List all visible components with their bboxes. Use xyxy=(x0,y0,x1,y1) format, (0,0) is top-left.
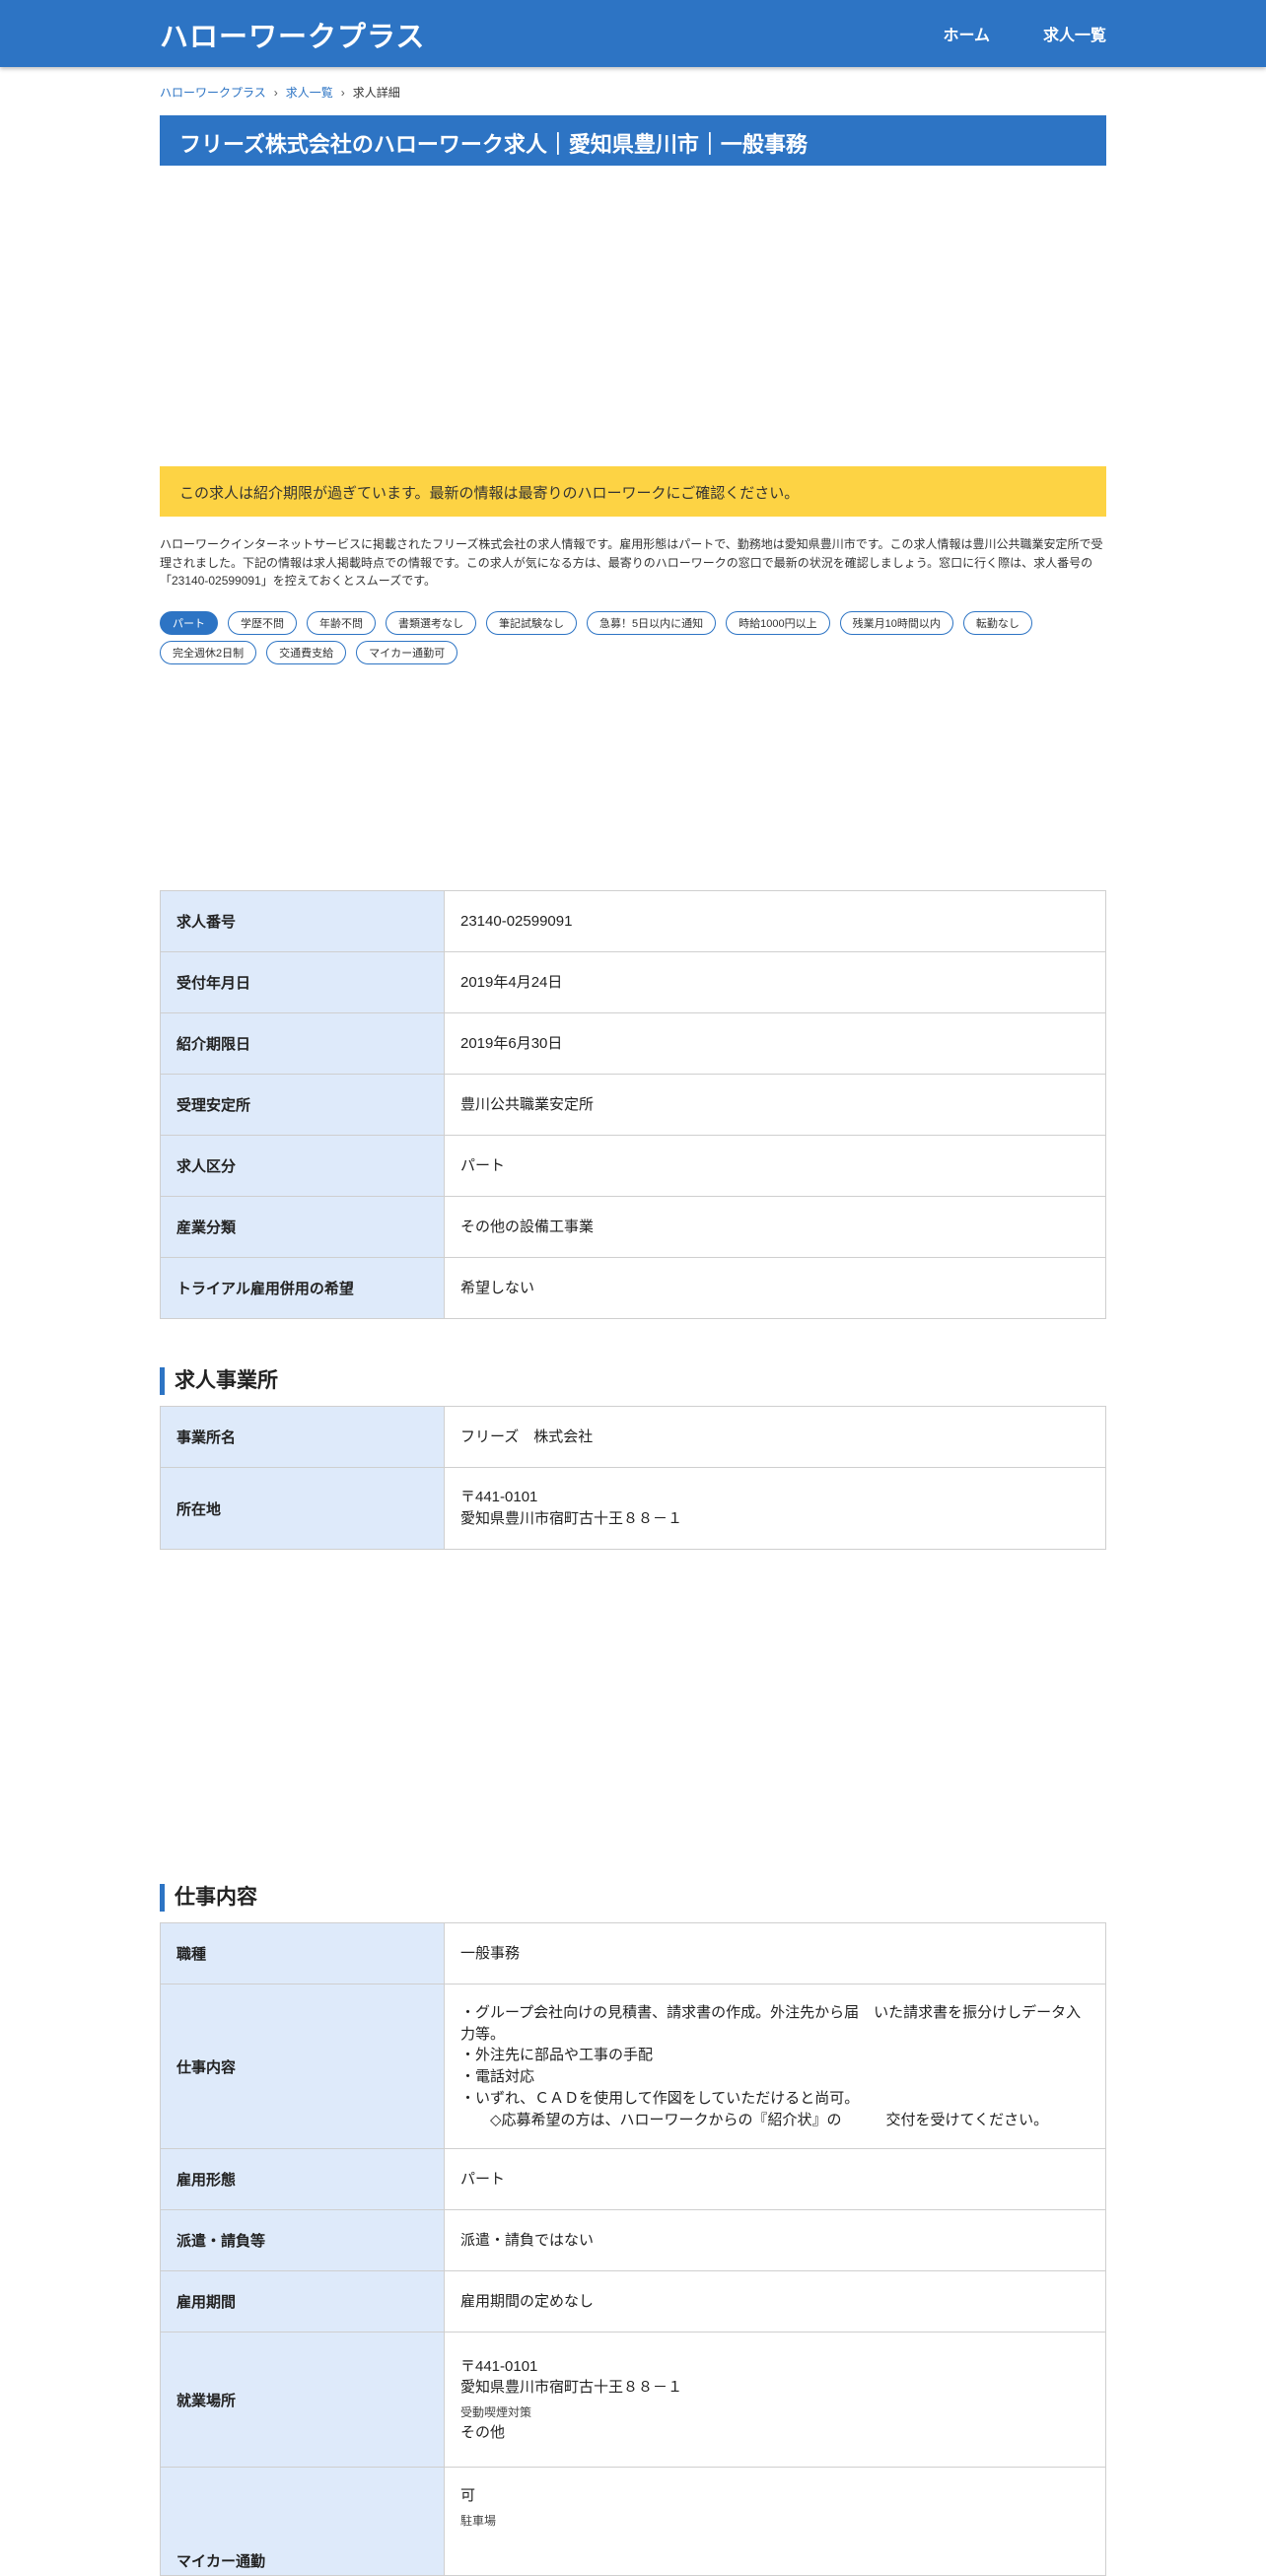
chevron-right-icon: › xyxy=(340,85,345,100)
row-label: 雇用期間 xyxy=(160,2270,445,2332)
table-row: 所在地 〒441-0101 愛知県豊川市宿町古十王８８－１ xyxy=(160,1467,1106,1550)
table-row: 求人番号 23140-02599091 xyxy=(160,890,1106,952)
tag-list: パート 学歴不問 年齢不問 書類選考なし 筆記試験なし 急募！5日以内に通知 時… xyxy=(160,611,1106,664)
table-row: 受付年月日 2019年4月24日 xyxy=(160,951,1106,1013)
content-line: ・電話対応 xyxy=(460,2068,535,2085)
table-row: 事業所名 フリーズ 株式会社 xyxy=(160,1406,1106,1468)
page-title: フリーズ株式会社のハローワーク求人｜愛知県豊川市｜一般事務 xyxy=(160,115,1106,166)
tag-hourly-wage: 時給1000円以上 xyxy=(726,611,830,635)
row-label: 就業場所 xyxy=(160,2332,445,2468)
tag-transport-allowance: 交通費支給 xyxy=(266,641,347,664)
row-value: 希望しない xyxy=(444,1257,1106,1319)
section-heading-office: 求人事業所 xyxy=(160,1367,278,1395)
table-row: 求人区分 パート xyxy=(160,1135,1106,1197)
row-value: 2019年4月24日 xyxy=(444,951,1106,1013)
content-line: ・いずれ、ＣＡＤを使用して作図をしていただけると尚可。 xyxy=(460,2089,860,2107)
tag-no-age-req: 年齢不問 xyxy=(307,611,376,635)
tag-no-education-req: 学歴不問 xyxy=(228,611,297,635)
chevron-right-icon: › xyxy=(273,85,278,100)
postal-code: 〒441-0101 xyxy=(460,1489,538,1506)
section-heading-job: 仕事内容 xyxy=(160,1884,257,1912)
row-value: 2019年6月30日 xyxy=(444,1012,1106,1075)
expired-notice: この求人は紹介期限が過ぎています。最新の情報は最寄りのハローワークにご確認くださ… xyxy=(160,466,1106,517)
row-label: 紹介期限日 xyxy=(160,1012,445,1075)
row-label: 所在地 xyxy=(160,1467,445,1550)
table-row: 雇用形態 パート xyxy=(160,2148,1106,2210)
row-label: 求人番号 xyxy=(160,890,445,952)
row-value: 〒441-0101 愛知県豊川市宿町古十王８８－１ xyxy=(444,1467,1106,1550)
smoke-policy-value: その他 xyxy=(460,2423,506,2441)
address: 愛知県豊川市宿町古十王８８－１ xyxy=(460,1510,683,1527)
tag-part-time: パート xyxy=(160,611,218,635)
content-line: ・グループ会社向けの見積書、請求書の作成。外注先から届 いた請求書を振分けしデー… xyxy=(460,2003,1082,2043)
table-row: 産業分類 その他の設備工事業 xyxy=(160,1196,1106,1258)
table-row: 紹介期限日 2019年6月30日 xyxy=(160,1012,1106,1075)
row-label: 受付年月日 xyxy=(160,951,445,1013)
table-row: 職種 一般事務 xyxy=(160,1922,1106,1984)
row-label: 職種 xyxy=(160,1922,445,1984)
site-title[interactable]: ハローワークプラス xyxy=(160,14,425,55)
content-line: ◇応募希望の方は、ハローワークからの『紹介状』の 交付を受けてください。 xyxy=(460,2111,1049,2128)
table-row: 就業場所 〒441-0101 愛知県豊川市宿町古十王８８－１ 受動喫煙対策 その… xyxy=(160,2332,1106,2468)
tag-no-document-screening: 書類選考なし xyxy=(386,611,476,635)
row-value: パート xyxy=(444,2148,1106,2210)
row-value: フリーズ 株式会社 xyxy=(444,1406,1106,1468)
row-label: 雇用形態 xyxy=(160,2148,445,2210)
row-value: 可 駐車場 xyxy=(444,2467,1106,2576)
nav-home[interactable]: ホーム xyxy=(943,22,990,45)
row-label: 受理安定所 xyxy=(160,1074,445,1136)
table-row: 仕事内容 ・グループ会社向けの見積書、請求書の作成。外注先から届 いた請求書を振… xyxy=(160,1984,1106,2149)
content-line: ・外注先に部品や工事の手配 xyxy=(460,2047,654,2064)
nav-job-list[interactable]: 求人一覧 xyxy=(1043,22,1106,45)
row-label: トライアル雇用併用の希望 xyxy=(160,1257,445,1319)
row-label: マイカー通勤 xyxy=(160,2467,445,2576)
basic-info-table: 求人番号 23140-02599091 受付年月日 2019年4月24日 紹介期… xyxy=(160,890,1106,1319)
breadcrumb-home[interactable]: ハローワークプラス xyxy=(160,84,266,101)
row-label: 事業所名 xyxy=(160,1406,445,1468)
office-table: 事業所名 フリーズ 株式会社 所在地 〒441-0101 愛知県豊川市宿町古十王… xyxy=(160,1406,1106,1550)
breadcrumb: ハローワークプラス › 求人一覧 › 求人詳細 xyxy=(160,84,400,101)
site-header: ハローワークプラス ホーム 求人一覧 xyxy=(0,0,1266,67)
row-label: 派遣・請負等 xyxy=(160,2209,445,2271)
tag-urgent: 急募！5日以内に通知 xyxy=(587,611,717,635)
breadcrumb-job-list[interactable]: 求人一覧 xyxy=(286,84,333,101)
row-value: 〒441-0101 愛知県豊川市宿町古十王８８－１ 受動喫煙対策 その他 xyxy=(444,2332,1106,2468)
row-value: 一般事務 xyxy=(444,1922,1106,1984)
postal-code: 〒441-0101 xyxy=(460,2357,538,2375)
row-label: 産業分類 xyxy=(160,1196,445,1258)
job-table: 職種 一般事務 仕事内容 ・グループ会社向けの見積書、請求書の作成。外注先から届… xyxy=(160,1922,1106,2576)
row-value: パート xyxy=(444,1135,1106,1197)
table-row: トライアル雇用併用の希望 希望しない xyxy=(160,1257,1106,1319)
job-description-summary: ハローワークインターネットサービスに掲載されたフリーズ株式会社の求人情報です。雇… xyxy=(160,537,1103,589)
tag-no-written-test: 筆記試験なし xyxy=(486,611,577,635)
main-nav: ホーム 求人一覧 xyxy=(943,22,1106,45)
table-row: マイカー通勤 可 駐車場 xyxy=(160,2467,1106,2576)
smoke-policy-label: 受動喫煙対策 xyxy=(460,2405,532,2420)
table-row: 派遣・請負等 派遣・請負ではない xyxy=(160,2209,1106,2271)
tag-no-transfer: 転勤なし xyxy=(962,611,1032,635)
row-value: 派遣・請負ではない xyxy=(444,2209,1106,2271)
row-value: 23140-02599091 xyxy=(444,890,1106,952)
row-value: その他の設備工事業 xyxy=(444,1196,1106,1258)
row-label: 仕事内容 xyxy=(160,1984,445,2149)
row-label: 求人区分 xyxy=(160,1135,445,1197)
parking-label: 駐車場 xyxy=(460,2513,497,2528)
address: 愛知県豊川市宿町古十王８８－１ xyxy=(460,2379,683,2397)
row-value: ・グループ会社向けの見積書、請求書の作成。外注先から届 いた請求書を振分けしデー… xyxy=(444,1984,1106,2149)
row-value: 雇用期間の定めなし xyxy=(444,2270,1106,2332)
breadcrumb-current: 求人詳細 xyxy=(352,86,400,100)
tag-car-commute: マイカー通勤可 xyxy=(356,641,458,664)
table-row: 雇用期間 雇用期間の定めなし xyxy=(160,2270,1106,2332)
tag-two-days-off: 完全週休2日制 xyxy=(160,641,257,664)
tag-overtime: 残業月10時間以内 xyxy=(839,611,953,635)
car-commute-value: 可 xyxy=(460,2487,476,2504)
table-row: 受理安定所 豊川公共職業安定所 xyxy=(160,1074,1106,1136)
row-value: 豊川公共職業安定所 xyxy=(444,1074,1106,1136)
